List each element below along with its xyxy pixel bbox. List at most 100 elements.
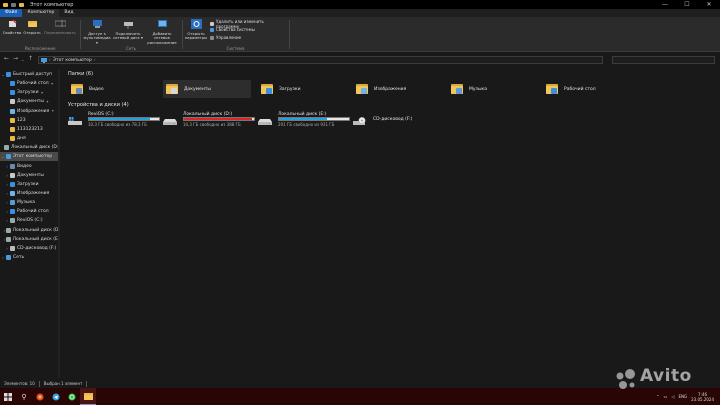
forward-button[interactable]: → — [13, 55, 18, 62]
folder-tile[interactable]: Музыка — [448, 80, 536, 98]
sidebar-item[interactable]: › Локальный диск (D:) — [0, 226, 58, 235]
pictures-folder-icon — [356, 83, 369, 95]
computer-icon — [6, 154, 11, 160]
media-access-button[interactable]: Доступ к мультимедиа ▾ — [83, 19, 111, 45]
properties-button[interactable]: Свойства — [2, 19, 22, 35]
back-button[interactable]: ← — [4, 55, 9, 62]
desktop-folder-icon — [546, 83, 559, 95]
sidebar-item[interactable]: › Изображения — [0, 189, 58, 198]
drive-icon — [5, 236, 11, 242]
add-location-icon — [157, 20, 167, 27]
sidebar-item[interactable]: Рабочий стол ✦ — [0, 79, 58, 88]
folder-tile[interactable]: Документы — [163, 80, 251, 98]
sidebar-item[interactable]: › CD-дисковод (F:) — [0, 244, 58, 253]
items-count: Элементов: 10 — [4, 381, 35, 386]
map-drive-button[interactable]: Подключить сетевой диск ▾ — [113, 19, 143, 41]
video-icon — [10, 163, 15, 169]
start-button[interactable] — [0, 388, 16, 405]
sidebar-item[interactable]: › Сеть — [0, 253, 58, 262]
sidebar-item[interactable]: › Музыка — [0, 198, 58, 207]
show-hidden-icons[interactable]: ⌃ — [656, 394, 659, 399]
sidebar-item[interactable]: Изображения ✦ — [0, 107, 58, 116]
sidebar-item-label: ReviOS (C:) — [17, 218, 43, 224]
sidebar-item-label: Изображения — [17, 108, 50, 114]
sidebar-item[interactable]: › Рабочий стол — [0, 207, 58, 216]
breadcrumb[interactable]: Этот компьютер — [53, 58, 92, 63]
sidebar-item[interactable]: › Видео — [0, 162, 58, 171]
system-tray: ⌃ ▭ ◁ ENG 7:46 23.05.2024 — [656, 388, 714, 405]
rename-button[interactable]: Переименовать — [44, 19, 76, 35]
sidebar-item-label: Изображения — [17, 190, 50, 196]
image-icon — [10, 190, 15, 196]
sidebar-item-label: 113123213 — [17, 126, 43, 132]
new-folder-icon[interactable] — [19, 2, 24, 7]
folder-tile[interactable]: Загрузки — [258, 80, 346, 98]
telegram-icon — [52, 393, 60, 400]
open-button[interactable]: Открыть — [22, 19, 42, 35]
sidebar-item[interactable]: дня — [0, 134, 58, 143]
drive-usage-bar — [88, 117, 160, 121]
drives-heading[interactable]: Устройства и диски (4) — [68, 102, 129, 108]
network-icon[interactable]: ▭ — [664, 394, 668, 399]
properties-icon[interactable] — [11, 2, 16, 7]
open-settings-button[interactable]: Открыть параметры — [184, 19, 208, 41]
taskbar-app-explorer[interactable] — [80, 388, 96, 405]
ribbon-group-system: Открыть параметры Удалить или изменить п… — [183, 17, 288, 52]
search-button[interactable]: ⚲ — [16, 388, 32, 405]
recent-dropdown[interactable]: ⌄ — [21, 57, 24, 62]
sidebar-item[interactable]: ⌄ Этот компьютер — [0, 152, 58, 162]
folders-heading[interactable]: Папки (6) — [68, 71, 93, 77]
close-button[interactable]: ✕ — [698, 0, 720, 9]
sidebar-item[interactable]: Локальный диск (D:) — [0, 143, 58, 152]
sidebar-item[interactable]: › Локальный диск (E:) — [0, 235, 58, 244]
clock[interactable]: 7:46 23.05.2024 — [691, 392, 714, 402]
volume-icon[interactable]: ◁ — [671, 394, 674, 399]
sidebar-item-label: 123 — [17, 117, 26, 123]
maximize-button[interactable]: ☐ — [676, 0, 698, 9]
desktop-icon — [10, 81, 15, 87]
sidebar-item[interactable]: 123 — [0, 116, 58, 125]
drive-tile[interactable]: Локальный диск (E:) 291 ГБ свободно из 93… — [253, 112, 350, 130]
tab-file[interactable]: Файл — [0, 9, 23, 17]
language-indicator[interactable]: ENG — [678, 394, 687, 399]
drive-tile[interactable]: ReviOS (C:) 10,3 ГБ свободно из 78,3 ГБ — [63, 112, 160, 130]
sidebar-item[interactable]: › Загрузки — [0, 180, 58, 189]
manage-button[interactable]: Управление — [210, 35, 241, 40]
system-properties-button[interactable]: Свойства системы — [210, 27, 255, 32]
sidebar-item[interactable]: ⌄ Быстрый доступ — [0, 70, 58, 79]
status-bar: Элементов: 10 Выбран 1 элемент — [0, 379, 720, 388]
folder-tile[interactable]: Изображения — [353, 80, 441, 98]
drive-tile[interactable]: CD-дисковод (F:) — [348, 112, 440, 130]
sidebar-item[interactable]: › ReviOS (C:) — [0, 216, 58, 225]
sidebar-item[interactable]: Загрузки ✦ — [0, 88, 58, 97]
video-folder-icon — [71, 83, 84, 95]
sidebar-item[interactable]: › Документы — [0, 171, 58, 180]
window-title: Этот компьютер — [30, 1, 74, 8]
sidebar-item-label: Видео — [17, 163, 32, 169]
windows-drive-icon — [68, 117, 82, 125]
drive-free-space: 10,3 ГБ свободно из 388 ГБ — [183, 122, 241, 127]
add-location-button[interactable]: Добавить сетевое расположение — [145, 19, 179, 45]
ribbon-group-network: Доступ к мультимедиа ▾ Подключить сетево… — [81, 17, 181, 52]
avito-watermark: Avito — [640, 366, 692, 386]
folder-tile[interactable]: Видео — [68, 80, 156, 98]
folder-tile[interactable]: Рабочий стол — [543, 80, 631, 98]
drive-usage-bar — [278, 117, 350, 121]
up-button[interactable]: ↑ — [28, 55, 33, 62]
drive-icon — [4, 145, 9, 151]
sidebar-item[interactable]: 113123213 — [0, 125, 58, 134]
taskbar-app-whatsapp[interactable] — [64, 388, 80, 405]
minimize-button[interactable]: — — [654, 0, 676, 9]
taskbar-app-browser[interactable] — [32, 388, 48, 405]
sidebar-item[interactable]: Документы ✦ — [0, 97, 58, 106]
search-input[interactable] — [612, 56, 715, 64]
address-bar[interactable]: › Этот компьютер › — [38, 56, 603, 64]
properties-label: Свойства — [2, 29, 22, 35]
tab-view[interactable]: Вид — [59, 9, 78, 17]
drive-tile[interactable]: Локальный диск (D:) 10,3 ГБ свободно из 3… — [158, 112, 255, 130]
tab-computer[interactable]: Компьютер — [22, 9, 60, 17]
sidebar-item-label: Документы — [17, 99, 44, 105]
computer-icon — [41, 57, 47, 63]
drive-label: CD-дисковод (F:) — [373, 117, 413, 122]
taskbar-app-telegram[interactable] — [48, 388, 64, 405]
